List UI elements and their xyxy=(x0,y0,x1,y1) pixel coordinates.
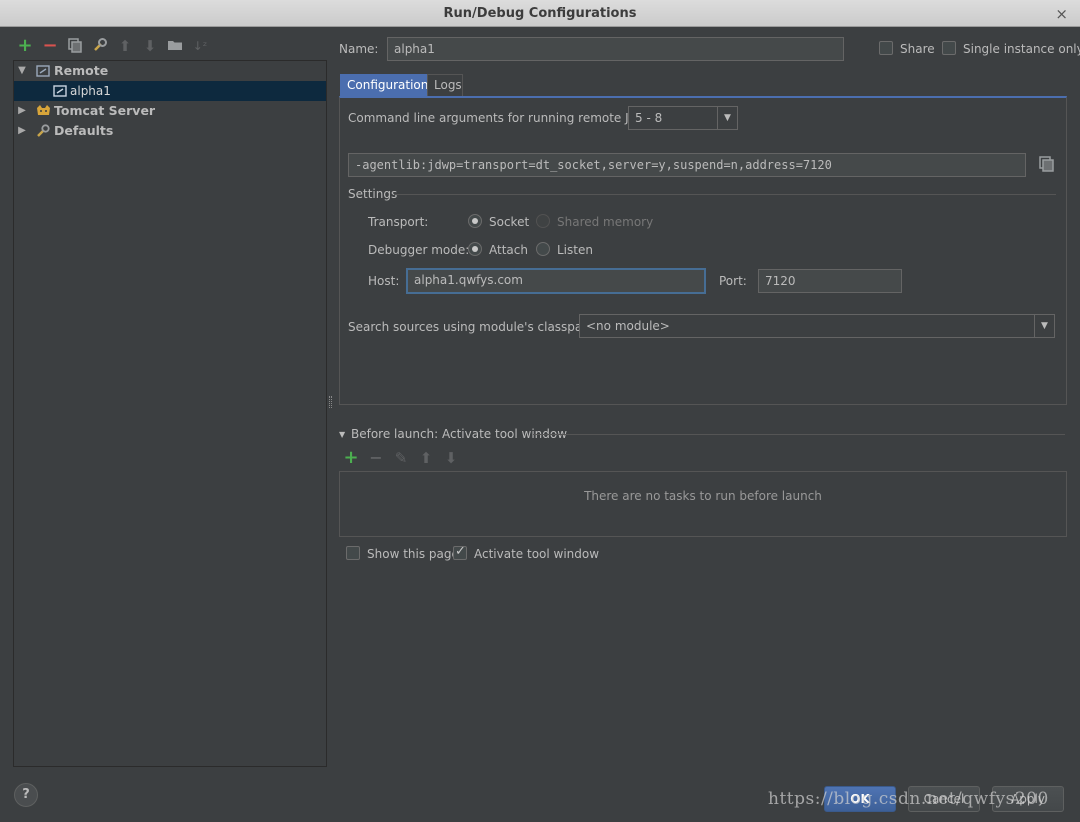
before-launch-task-list: There are no tasks to run before launch xyxy=(339,471,1067,537)
mode-attach-label: Attach xyxy=(489,243,528,257)
add-task-icon[interactable]: + xyxy=(342,449,360,467)
module-value: <no module> xyxy=(586,319,670,333)
copy-icon[interactable] xyxy=(1038,155,1056,173)
watermark-text: https://blog.csdn.net/qwfys200 xyxy=(768,789,1049,809)
add-icon[interactable]: + xyxy=(16,37,34,55)
remove-task-icon[interactable]: − xyxy=(367,449,385,467)
single-instance-label: Single instance only xyxy=(963,42,1080,56)
chevron-down-icon: ▼ xyxy=(1034,315,1054,337)
tree-item-tomcat-server[interactable]: ▶ Tomcat Server xyxy=(14,101,326,121)
remove-icon[interactable]: − xyxy=(41,37,59,55)
debugger-mode-label: Debugger mode: xyxy=(368,243,470,257)
empty-tasks-text: There are no tasks to run before launch xyxy=(584,489,822,503)
sort-icon[interactable]: ↓ᶻ xyxy=(191,37,209,55)
tomcat-icon xyxy=(36,104,51,118)
share-checkbox[interactable] xyxy=(879,41,893,55)
window-titlebar: Run/Debug Configurations × xyxy=(0,0,1080,27)
port-field[interactable]: 7120 xyxy=(758,269,902,293)
mode-listen-radio[interactable] xyxy=(536,242,550,256)
mode-attach-radio[interactable] xyxy=(468,242,482,256)
collapse-arrow-icon[interactable]: ▼ xyxy=(339,430,345,439)
module-classpath-label: Search sources using module's classpath: xyxy=(348,320,599,334)
chevron-down-icon: ▼ xyxy=(717,107,737,129)
jvm-args-field[interactable]: -agentlib:jdwp=transport=dt_socket,serve… xyxy=(348,153,1026,177)
single-instance-checkbox[interactable] xyxy=(942,41,956,55)
jvm-args-label: Command line arguments for running remot… xyxy=(348,111,648,125)
tree-item-label: Tomcat Server xyxy=(54,103,156,118)
tree-item-label: Defaults xyxy=(54,123,114,138)
activate-tool-window-label: Activate tool window xyxy=(474,547,600,561)
host-label: Host: xyxy=(368,274,400,288)
tab-logs[interactable]: Logs xyxy=(427,74,463,96)
edit-defaults-icon[interactable] xyxy=(91,37,109,55)
jvm-version-select[interactable]: 5 - 8 ▼ xyxy=(628,106,738,130)
expand-arrow-icon[interactable]: ▼ xyxy=(16,61,28,81)
tree-item-label: alpha1 xyxy=(70,84,111,98)
name-field[interactable]: alpha1 xyxy=(387,37,844,61)
activate-tool-window-checkbox[interactable] xyxy=(453,544,467,560)
tree-item-alpha1[interactable]: alpha1 xyxy=(14,81,326,101)
close-icon[interactable]: × xyxy=(1055,0,1068,28)
show-this-page-label: Show this page xyxy=(367,547,459,561)
settings-label: Settings xyxy=(348,187,398,201)
folder-icon[interactable] xyxy=(166,37,184,55)
move-up-icon[interactable]: ⬆ xyxy=(116,37,134,55)
show-this-page-checkbox[interactable] xyxy=(346,546,360,560)
before-launch-separator xyxy=(533,434,1065,435)
host-field[interactable]: alpha1.qwfys.com xyxy=(406,268,706,294)
transport-shared-memory-label: Shared memory xyxy=(557,215,654,229)
share-label: Share xyxy=(900,42,935,56)
collapse-arrow-icon[interactable]: ▶ xyxy=(16,101,28,121)
window-title: Run/Debug Configurations xyxy=(443,6,637,21)
collapse-arrow-icon[interactable]: ▶ xyxy=(16,121,28,141)
tree-item-defaults[interactable]: ▶ Defaults xyxy=(14,121,326,141)
transport-label: Transport: xyxy=(368,215,429,229)
move-down-icon[interactable]: ⬇ xyxy=(141,37,159,55)
transport-shared-memory-radio[interactable] xyxy=(536,214,550,228)
tree-item-label: Remote xyxy=(54,63,109,78)
remote-icon xyxy=(36,64,51,78)
copy-icon[interactable] xyxy=(66,37,84,55)
name-label: Name: xyxy=(339,42,379,56)
tab-configuration[interactable]: Configuration xyxy=(340,74,428,96)
move-up-icon[interactable]: ⬆ xyxy=(417,449,435,467)
settings-separator xyxy=(394,194,1056,195)
move-down-icon[interactable]: ⬇ xyxy=(442,449,460,467)
tree-item-remote[interactable]: ▼ Remote xyxy=(14,61,326,81)
help-button[interactable]: ? xyxy=(14,783,38,807)
transport-socket-label: Socket xyxy=(489,215,530,229)
jvm-version-value: 5 - 8 xyxy=(635,111,663,125)
panel-splitter[interactable] xyxy=(329,396,332,408)
configuration-tree: ▼ Remote alpha1 ▶ Tomcat Server ▶ Defaul… xyxy=(13,60,327,767)
module-select[interactable]: <no module> ▼ xyxy=(579,314,1055,338)
defaults-icon xyxy=(36,124,51,138)
remote-config-icon xyxy=(53,84,68,98)
transport-socket-radio[interactable] xyxy=(468,214,482,228)
port-label: Port: xyxy=(719,274,747,288)
edit-task-icon[interactable]: ✎ xyxy=(392,449,410,467)
mode-listen-label: Listen xyxy=(557,243,593,257)
